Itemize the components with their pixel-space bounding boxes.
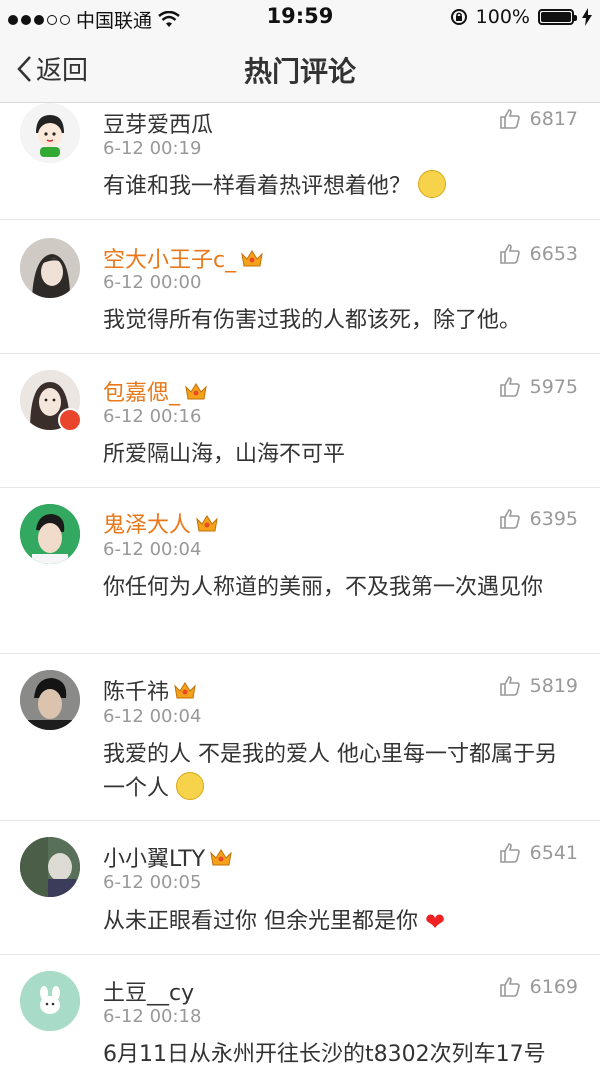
like-button[interactable]: 5819 (498, 674, 578, 698)
status-right: 100% (450, 6, 592, 28)
comment-text: 我爱的人 不是我的爱人 他心里每一寸都属于另一个人 (103, 742, 557, 801)
like-count: 6541 (529, 842, 578, 864)
avatar[interactable] (20, 837, 80, 897)
like-button[interactable]: 5975 (498, 375, 578, 399)
smile-emoji-icon (176, 772, 205, 800)
username[interactable]: 空大小王子c_ (103, 242, 264, 274)
comment-text: 有谁和我一样看着热评想着他？ (103, 170, 570, 204)
like-count: 6653 (529, 243, 578, 265)
battery-icon (538, 9, 577, 25)
comment-time: 6-12 00:16 (103, 406, 202, 427)
heart-icon: ❤ (425, 908, 446, 936)
avatar[interactable] (20, 370, 82, 432)
comment-time: 6-12 00:00 (103, 272, 202, 293)
thumbs-up-icon (499, 676, 520, 696)
like-count: 6169 (529, 976, 578, 998)
comment-item: 鬼泽大人 6-12 00:04 6395 你任何为人称道的美丽，不及我第一次遇见… (0, 488, 600, 654)
status-bar: 中国联通 19:59 100% (0, 0, 600, 36)
comment-item: 豆芽爱西瓜 6-12 00:19 6817 有谁和我一样看着热评想着他？ (0, 103, 600, 220)
thumbs-up-icon (499, 843, 520, 863)
comment-list: 豆芽爱西瓜 6-12 00:19 6817 有谁和我一样看着热评想着他？ 空大小… (0, 103, 600, 1075)
avatar[interactable] (20, 971, 80, 1031)
username[interactable]: 土豆__cy (103, 975, 194, 1007)
avatar[interactable] (20, 238, 80, 298)
vip-crown-icon (174, 682, 196, 699)
like-count: 6817 (529, 108, 578, 130)
avatar[interactable] (20, 670, 80, 730)
page-title: 热门评论 (243, 55, 356, 88)
username[interactable]: 豆芽爱西瓜 (103, 107, 213, 139)
like-count: 6395 (529, 508, 578, 530)
thumbs-up-icon (499, 377, 520, 397)
username[interactable]: 鬼泽大人 (103, 507, 219, 539)
battery-percent: 100% (475, 6, 530, 28)
username[interactable]: 包嘉偲_ (103, 375, 208, 407)
comment-time: 6-12 00:04 (103, 706, 202, 727)
like-button[interactable]: 6653 (498, 242, 578, 266)
comment-time: 6-12 00:05 (103, 872, 202, 893)
thinking-emoji-icon (418, 170, 447, 198)
username[interactable]: 小小翼LTY (103, 841, 233, 873)
vip-crown-icon (185, 383, 207, 400)
like-button[interactable]: 6541 (498, 841, 578, 865)
comment-text: 你任何为人称道的美丽，不及我第一次遇见你 (103, 575, 544, 600)
rotation-lock-icon (450, 9, 467, 25)
comment-item: 空大小王子c_ 6-12 00:00 6653 我觉得所有伤害过我的人都该死，除… (0, 220, 600, 354)
comment-text: 从未正眼看过你 但余光里都是你 ❤ (103, 905, 570, 939)
comment-time: 6-12 00:04 (103, 539, 202, 560)
username[interactable]: 陈千祎 (103, 674, 197, 706)
thumbs-up-icon (499, 109, 520, 129)
avatar[interactable] (20, 103, 80, 163)
comment-time: 6-12 00:19 (103, 138, 202, 159)
thumbs-up-icon (499, 977, 520, 997)
like-count: 5819 (529, 675, 578, 697)
like-button[interactable]: 6817 (498, 107, 578, 131)
comment-item: 土豆__cy 6-12 00:18 6169 6月11日从永州开往长沙的t830… (0, 955, 600, 1075)
like-count: 5975 (529, 376, 578, 398)
thumbs-up-icon (499, 244, 520, 264)
like-button[interactable]: 6395 (498, 507, 578, 531)
avatar[interactable] (20, 504, 80, 564)
nav-bar: 返回 热门评论 (0, 36, 600, 103)
thumbs-up-icon (499, 509, 520, 529)
comment-text: 我觉得所有伤害过我的人都该死，除了他。 (103, 308, 522, 333)
vip-crown-icon (196, 515, 218, 532)
comment-item: 陈千祎 6-12 00:04 5819 我爱的人 不是我的爱人 他心里每一寸都属… (0, 654, 600, 821)
comment-text: 所爱隔山海，山海不可平 (103, 442, 346, 467)
like-button[interactable]: 6169 (498, 975, 578, 999)
comment-time: 6-12 00:18 (103, 1006, 202, 1027)
charging-icon (582, 8, 592, 26)
comment-item: 包嘉偲_ 6-12 00:16 5975 所爱隔山海，山海不可平 (0, 354, 600, 488)
verified-badge-icon (58, 408, 82, 432)
vip-crown-icon (241, 250, 263, 267)
vip-crown-icon (210, 849, 232, 866)
comment-item: 小小翼LTY 6-12 00:05 6541 从未正眼看过你 但余光里都是你 ❤ (0, 821, 600, 955)
